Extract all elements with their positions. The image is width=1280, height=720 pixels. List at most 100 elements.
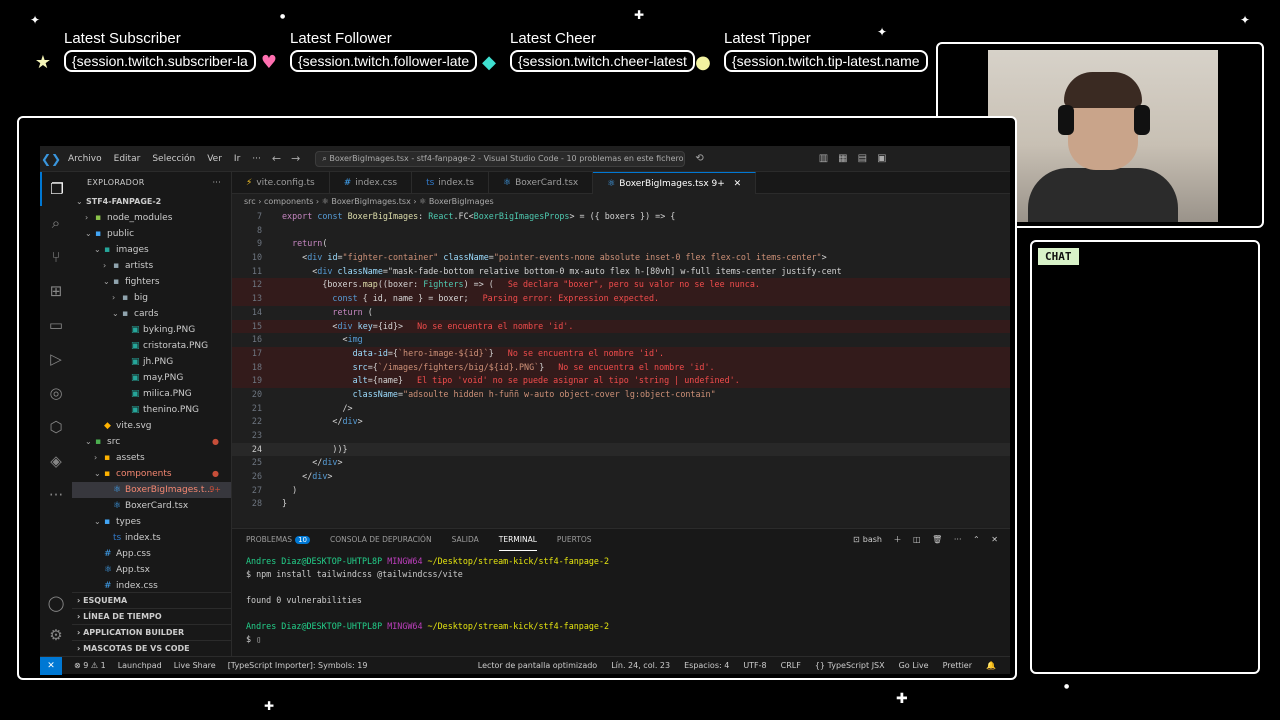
explorer-icon[interactable]: ❐ <box>40 172 72 206</box>
tree-item[interactable]: # App.css <box>72 546 231 562</box>
new-terminal-icon[interactable]: ＋ <box>894 535 902 544</box>
code-line: 14 return ( <box>232 306 1010 320</box>
remote-icon[interactable]: ✕ <box>40 656 62 675</box>
extensions-icon[interactable]: ⊞ <box>40 274 72 308</box>
copilot-icon[interactable]: ⟲ <box>695 153 703 164</box>
tree-item[interactable]: ▣ byking.PNG <box>72 322 231 338</box>
sidebar-section[interactable]: › LÍNEA DE TIEMPO <box>72 608 231 624</box>
project-root[interactable]: ⌄ STF4-FANPAGE-2 <box>72 194 231 210</box>
tree-item[interactable]: ▣ thenino.PNG <box>72 402 231 418</box>
close-panel-icon[interactable]: ✕ <box>991 535 998 544</box>
tree-item-label: cards <box>134 309 159 319</box>
code-editor[interactable]: 7 export const BoxerBigImages: React.FC<B… <box>232 210 1010 526</box>
run-debug-icon[interactable]: ▷ <box>40 342 72 376</box>
tree-item[interactable]: ▣ cristorata.PNG <box>72 338 231 354</box>
tree-item-label: images <box>116 245 149 255</box>
layout-editor-icon[interactable]: ▦ <box>838 153 847 164</box>
tree-item[interactable]: ▣ milica.PNG <box>72 386 231 402</box>
gitlens-icon[interactable]: ◎ <box>40 376 72 410</box>
trash-icon[interactable]: 🗑 <box>932 535 942 544</box>
status-item[interactable]: ⊗ 9 ⚠ 1 <box>74 661 106 670</box>
tree-item[interactable]: › ▪ big <box>72 290 231 306</box>
status-item[interactable]: Go Live <box>899 661 929 670</box>
tree-item[interactable]: › ▪ node_modules <box>72 210 231 226</box>
tree-item[interactable]: ts index.ts <box>72 530 231 546</box>
tree-item[interactable]: ▣ jh.PNG <box>72 354 231 370</box>
maximize-panel-icon[interactable]: ⌃ <box>973 535 980 544</box>
layout-sidebar-icon[interactable]: ▥ <box>819 153 828 164</box>
file-icon: ▪ <box>104 453 111 463</box>
status-item[interactable]: [TypeScript Importer]: Symbols: 19 <box>228 661 368 670</box>
tree-item[interactable]: ⚛ BoxerCard.tsx <box>72 498 231 514</box>
status-item[interactable]: Launchpad <box>118 661 162 670</box>
tree-item[interactable]: › ▪ artists <box>72 258 231 274</box>
status-item[interactable]: Lector de pantalla optimizado <box>478 661 597 670</box>
menu-item[interactable]: Editar <box>114 154 141 164</box>
tree-item[interactable]: ⚛ BoxerBigImages.t... 9+ <box>72 482 231 498</box>
account-icon[interactable]: ◯ <box>40 586 72 620</box>
menu-item[interactable]: Ver <box>207 154 222 164</box>
menu-item[interactable]: Ir <box>234 154 240 164</box>
settings-gear-icon[interactable]: ⚙ <box>40 618 72 652</box>
sidebar-section[interactable]: › APPLICATION BUILDER <box>72 624 231 640</box>
tree-item[interactable]: ⌄ ▪ images <box>72 242 231 258</box>
back-arrow-icon[interactable]: ← <box>272 152 281 165</box>
tree-item[interactable]: ▣ may.PNG <box>72 370 231 386</box>
menu-item[interactable]: ··· <box>252 154 261 164</box>
status-item[interactable]: CRLF <box>781 661 801 670</box>
notifications-bell-icon[interactable]: 🔔 <box>986 661 996 670</box>
terminal-user: Andres Diaz@DESKTOP-UHTPL8P <box>246 556 383 566</box>
tree-item[interactable]: ⌄ ▪ fighters <box>72 274 231 290</box>
sidebar-section[interactable]: › ESQUEMA <box>72 592 231 608</box>
tree-item[interactable]: ⌄ ▪ components ● <box>72 466 231 482</box>
editor-tab[interactable]: ts index.ts <box>412 172 489 194</box>
tree-item[interactable]: ⌄ ▪ types <box>72 514 231 530</box>
close-tab-icon[interactable]: ✕ <box>731 179 742 189</box>
remote-explorer-icon[interactable]: ▭ <box>40 308 72 342</box>
tree-item[interactable]: ⌄ ▪ src ● <box>72 434 231 450</box>
editor-tab[interactable]: ⚡ vite.config.ts <box>232 172 330 194</box>
sidebar-section[interactable]: › MASCOTAS DE VS CODE <box>72 640 231 656</box>
source-control-icon[interactable]: ⑂ <box>40 240 72 274</box>
file-icon: ts <box>426 178 435 188</box>
layout-panel-icon[interactable]: ▤ <box>858 153 867 164</box>
panel-tab[interactable]: TERMINAL <box>498 529 537 551</box>
tree-item[interactable]: › ▪ assets <box>72 450 231 466</box>
terminal-input[interactable]: $ ▯ <box>246 633 1010 646</box>
search-icon[interactable]: ⌕ <box>40 206 72 240</box>
editor-tab[interactable]: ⚛ BoxerBigImages.tsx 9+ ✕ <box>593 172 757 194</box>
tree-item[interactable]: ⌄ ▪ cards <box>72 306 231 322</box>
status-item[interactable]: UTF-8 <box>743 661 766 670</box>
panel-tab[interactable]: PROBLEMAS 10 <box>246 529 310 551</box>
command-center-search[interactable]: ⌕ BoxerBigImages.tsx - stf4-fanpage-2 - … <box>315 150 686 167</box>
more-actions-icon[interactable]: ··· <box>212 172 221 194</box>
editor-tab[interactable]: ⚛ BoxerCard.tsx <box>489 172 594 194</box>
more-views-icon[interactable]: ··· <box>40 478 72 512</box>
shell-name[interactable]: bash <box>863 535 882 544</box>
python-icon[interactable]: ◈ <box>40 444 72 478</box>
panel-tab[interactable]: SALIDA <box>452 529 479 551</box>
status-item[interactable]: Prettier <box>943 661 972 670</box>
menu-item[interactable]: Archivo <box>68 154 102 164</box>
forward-arrow-icon[interactable]: → <box>291 152 300 165</box>
database-icon[interactable]: ⬡ <box>40 410 72 444</box>
status-item[interactable]: Espacios: 4 <box>684 661 729 670</box>
tree-item[interactable]: ⌄ ▪ public <box>72 226 231 242</box>
terminal-env: MINGW64 <box>387 556 423 566</box>
status-item[interactable]: Lín. 24, col. 23 <box>611 661 670 670</box>
editor-tab[interactable]: # index.css <box>330 172 413 194</box>
menu-item[interactable]: Selección <box>152 154 195 164</box>
tree-item[interactable]: ⚛ App.tsx <box>72 562 231 578</box>
chevron-icon: ⌄ <box>103 277 110 286</box>
terminal-output[interactable]: Andres Diaz@DESKTOP-UHTPL8P MINGW64 ~/De… <box>232 551 1010 646</box>
layout-secondary-icon[interactable]: ▣ <box>877 153 886 164</box>
status-item[interactable]: {} TypeScript JSX <box>815 661 885 670</box>
more-actions-icon[interactable]: ··· <box>954 535 962 544</box>
panel-tab[interactable]: CONSOLA DE DEPURACIÓN <box>330 529 432 551</box>
panel-tab-label: PUERTOS <box>556 535 592 544</box>
split-terminal-icon[interactable]: ◫ <box>913 535 921 544</box>
status-item[interactable]: Live Share <box>174 661 216 670</box>
breadcrumb[interactable]: src › components › ⚛ BoxerBigImages.tsx … <box>232 194 1010 210</box>
tree-item[interactable]: ◆ vite.svg <box>72 418 231 434</box>
panel-tab[interactable]: PUERTOS <box>557 529 592 551</box>
